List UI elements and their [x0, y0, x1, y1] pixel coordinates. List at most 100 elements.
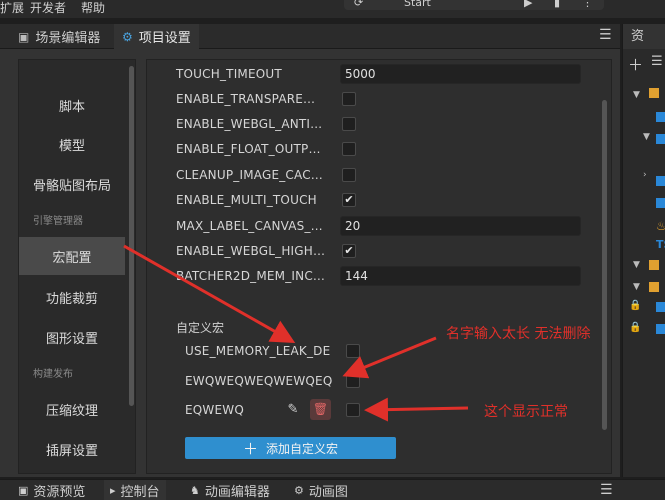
macro-value-max-label-canvas[interactable]: 20 — [340, 216, 581, 236]
annotation-name-too-long: 名字输入太长 无法删除 — [446, 326, 591, 342]
folder-icon — [656, 176, 665, 186]
macro-name-enable-webgl-high: ENABLE_WEBGL_HIGH… — [176, 244, 326, 258]
script-asset-icon: ♨ — [656, 219, 665, 233]
tab-project-settings-label: 项目设置 — [138, 31, 191, 46]
tab-scene-editor[interactable]: ▣ 场景编辑器 — [10, 24, 108, 49]
add-asset-icon[interactable]: ＋ — [628, 54, 643, 75]
macro-checkbox-enable-webgl-anti[interactable] — [342, 117, 356, 131]
custom-macro-checkbox-eqwewq[interactable] — [346, 403, 360, 417]
sidebar-item-label: 骨骼贴图布局 — [32, 178, 111, 194]
main-tab-bar: ▣ 场景编辑器 ⚙ 项目设置 ☰ — [0, 24, 620, 49]
plus-icon: ＋ — [242, 439, 258, 458]
tab-animation-editor-label: 动画编辑器 — [204, 485, 270, 500]
tab-animation-editor[interactable]: ♞ 动画编辑器 — [184, 480, 276, 500]
macro-name-enable-multi-touch: ENABLE_MULTI_TOUCH — [176, 193, 317, 207]
macro-checkbox-enable-multi-touch[interactable]: ✔ — [342, 193, 356, 207]
tab-assets-label: 资 — [631, 29, 645, 44]
folder-icon — [656, 112, 665, 122]
more-icon[interactable]: ⋮ — [582, 0, 593, 9]
folder-icon — [656, 324, 665, 334]
sidebar-item-skeleton-atlas[interactable]: 骨骼贴图布局 — [19, 165, 125, 203]
folder-icon — [656, 134, 665, 144]
tab-animation-graph-label: 动画图 — [308, 485, 348, 500]
edit-icon[interactable]: ✎ — [285, 402, 301, 418]
macro-name-touch-timeout: TOUCH_TIMEOUT — [176, 67, 282, 81]
macro-name-batcher2d-mem: BATCHER2D_MEM_INC… — [176, 269, 326, 283]
menu-help[interactable]: 帮助 — [81, 0, 105, 16]
macro-name-max-label-canvas: MAX_LABEL_CANVAS_… — [176, 219, 323, 233]
sidebar-item-label: 宏配置 — [52, 250, 92, 266]
sidebar-group-engine-manager: 引擎管理器 — [33, 216, 83, 227]
sidebar-item-compress-texture[interactable]: 压缩纹理 — [19, 390, 125, 428]
tree-expand-icon[interactable]: ▼ — [643, 132, 650, 142]
macro-value-touch-timeout[interactable]: 5000 — [340, 64, 581, 84]
tab-animation-graph[interactable]: ⚙ 动画图 — [288, 480, 354, 500]
scene-editor-icon: ▣ — [18, 29, 30, 44]
tab-assets[interactable]: 资 — [623, 24, 665, 49]
macro-value-batcher2d-mem[interactable]: 144 — [340, 266, 581, 286]
sidebar-item-script[interactable]: 脚本 — [19, 86, 125, 124]
macro-name-enable-float-output: ENABLE_FLOAT_OUTP… — [176, 142, 321, 156]
sidebar-item-splash-screen[interactable]: 插屏设置 — [19, 430, 125, 468]
macro-name-enable-transparent: ENABLE_TRANSPARE… — [176, 92, 316, 106]
sidebar-item-label: 插屏设置 — [45, 443, 98, 459]
menu-bar: 扩展 开发者 帮助 ⟳ Start ▶ ▮ ⋮ — [0, 0, 665, 18]
tab-project-settings[interactable]: ⚙ 项目设置 — [114, 24, 199, 49]
assets-panel: 资 ＋ ☰ ▼ ▼ › ♨ TS ▼ ▼ 🔒 🔒 — [622, 24, 665, 477]
list-icon[interactable]: ☰ — [651, 54, 663, 69]
custom-macro-name-eqwewq: EQWEWQ — [185, 403, 244, 417]
custom-macro-name-ewqweq: EWQWEQWEQWEWQEQ — [185, 374, 333, 388]
tree-expand-icon[interactable]: ▼ — [633, 282, 640, 292]
sidebar-group-build-publish: 构建发布 — [33, 369, 73, 380]
menu-extensions[interactable]: 扩展 — [0, 0, 24, 16]
lock-icon: 🔒 — [629, 322, 642, 333]
sidebar-item-cut — [19, 52, 125, 66]
tree-collapse-icon[interactable]: › — [643, 170, 647, 180]
sidebar-item-macro-config[interactable]: 宏配置 — [19, 237, 125, 275]
typescript-asset-icon: TS — [656, 238, 665, 251]
tab-console[interactable]: ▸ 控制台 — [104, 480, 166, 500]
folder-icon — [656, 302, 665, 312]
refresh-icon[interactable]: ⟳ — [354, 0, 363, 9]
macro-checkbox-enable-float-output[interactable] — [342, 142, 356, 156]
sidebar-item-feature-crop[interactable]: 功能裁剪 — [19, 278, 125, 316]
checkmark-icon: ✔ — [344, 244, 354, 257]
sidebar-item-label: 图形设置 — [45, 331, 98, 347]
panel-menu-icon[interactable]: ☰ — [599, 27, 612, 43]
menu-developer[interactable]: 开发者 — [30, 0, 66, 16]
step-icon[interactable]: ▮ — [554, 0, 560, 9]
folder-icon — [649, 260, 659, 270]
sidebar-item-label: 脚本 — [58, 99, 85, 115]
tree-expand-icon[interactable]: ▼ — [633, 90, 640, 100]
sidebar-item-label: 功能裁剪 — [45, 291, 98, 307]
sidebar-scrollbar[interactable] — [129, 66, 134, 406]
tab-asset-preview[interactable]: ▣ 资源预览 — [12, 480, 91, 500]
add-custom-macro-button[interactable]: ＋ 添加自定义宏 — [185, 437, 396, 459]
tab-asset-preview-label: 资源预览 — [33, 485, 86, 500]
asset-preview-icon: ▣ — [18, 484, 29, 497]
custom-macro-checkbox-ewqweq[interactable] — [346, 374, 360, 388]
sidebar-item-label: 压缩纹理 — [45, 403, 98, 419]
animation-editor-icon: ♞ — [190, 484, 200, 497]
trash-icon[interactable]: 🗑 — [310, 399, 331, 420]
content-scrollbar[interactable] — [602, 100, 607, 430]
sidebar-item-model[interactable]: 模型 — [19, 125, 125, 163]
bottom-panel-menu-icon[interactable]: ☰ — [600, 482, 613, 498]
lock-icon: 🔒 — [629, 300, 642, 311]
macro-checkbox-cleanup-image-cache[interactable] — [342, 168, 356, 182]
preview-start-label[interactable]: Start — [404, 0, 431, 9]
play-icon[interactable]: ▶ — [524, 0, 532, 9]
macro-checkbox-enable-transparent[interactable] — [342, 92, 356, 106]
macro-checkbox-enable-webgl-high[interactable]: ✔ — [342, 244, 356, 258]
checkmark-icon: ✔ — [344, 193, 354, 206]
settings-sidebar: 脚本 模型 骨骼贴图布局 引擎管理器 宏配置 功能裁剪 图形设置 构建发布 压缩… — [18, 59, 136, 474]
console-icon: ▸ — [110, 484, 116, 497]
custom-macro-checkbox-use-memory-leak[interactable] — [346, 344, 360, 358]
add-custom-macro-label: 添加自定义宏 — [266, 441, 339, 456]
tree-expand-icon[interactable]: ▼ — [633, 260, 640, 270]
custom-macro-section-title: 自定义宏 — [176, 321, 225, 335]
sidebar-item-graphics[interactable]: 图形设置 — [19, 318, 125, 356]
gear-icon: ⚙ — [122, 29, 133, 44]
macro-name-enable-webgl-anti: ENABLE_WEBGL_ANTI… — [176, 117, 323, 131]
custom-macro-name-use-memory-leak: USE_MEMORY_LEAK_DE — [185, 344, 331, 358]
